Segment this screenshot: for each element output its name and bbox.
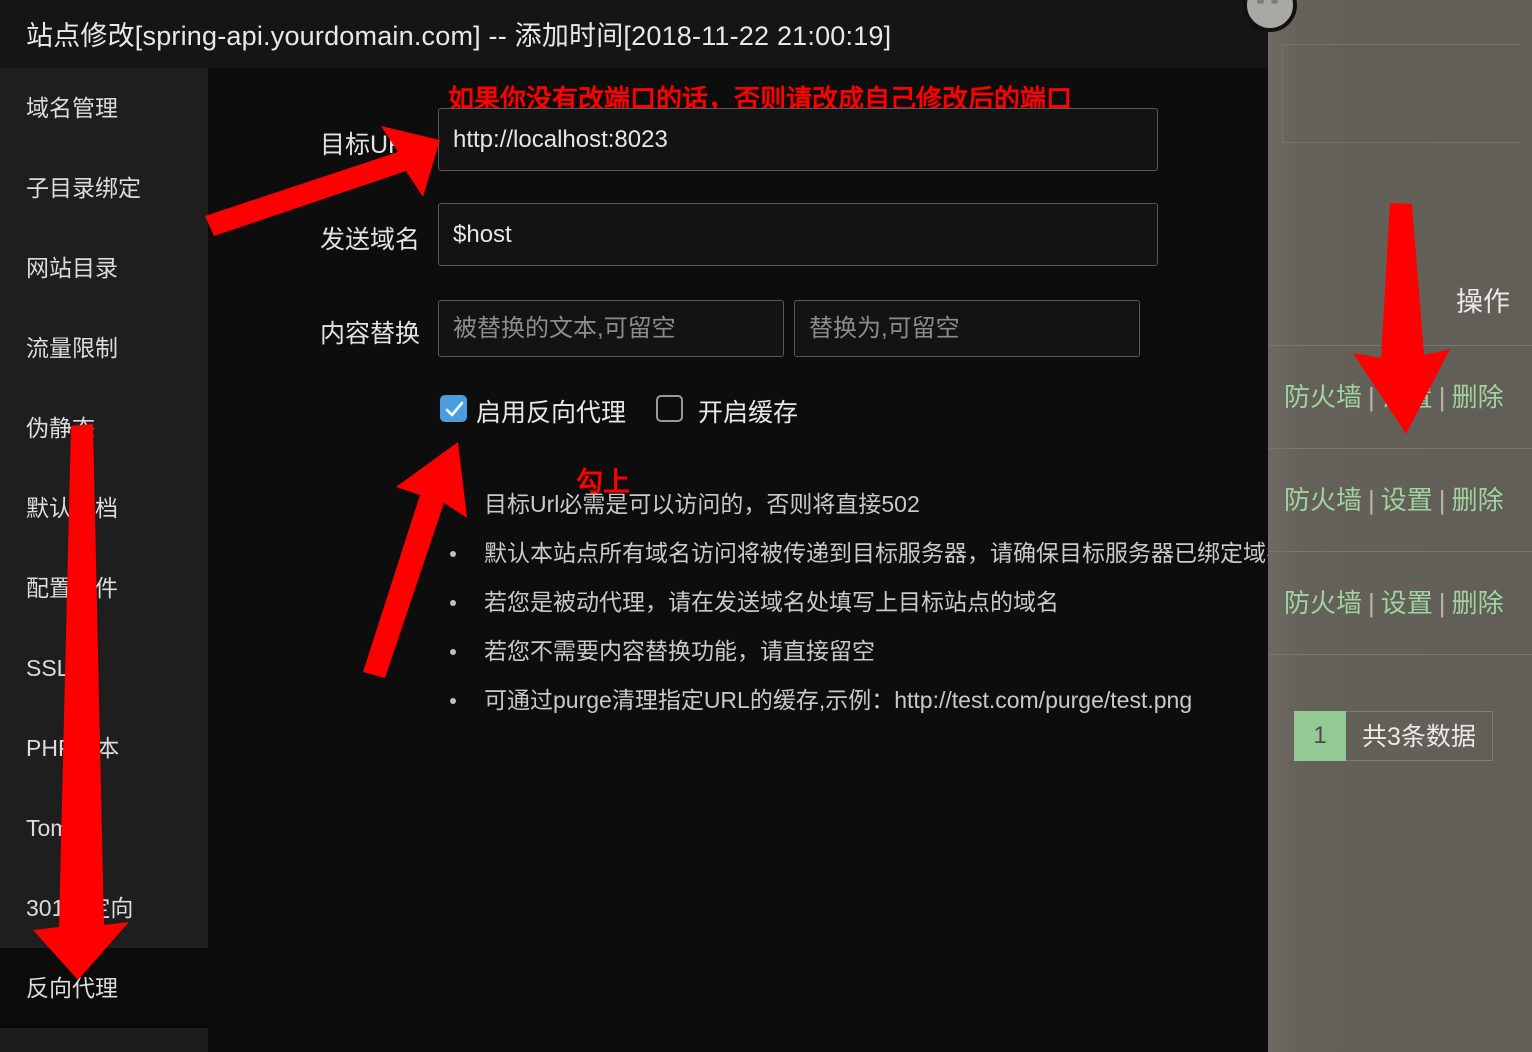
sidebar-item-traffic[interactable]: 流量限制 <box>0 308 208 388</box>
settings-sidebar: 域名管理 子目录绑定 网站目录 流量限制 伪静态 默认文档 配置文件 SSL P… <box>0 68 208 1028</box>
list-item: 若您不需要内容替换功能，请直接留空 <box>440 627 1260 676</box>
reverse-proxy-form: 如果你没有改端口的话，否则请改成自己修改后的端口 目标URL 发送域名 内容替换… <box>208 68 1289 1052</box>
table-top-box <box>1282 44 1520 143</box>
site-edit-modal: 站点修改[spring-api.yourdomain.com] -- 添加时间[… <box>0 0 1289 1052</box>
enable-reverse-proxy-checkbox[interactable] <box>440 395 467 422</box>
help-notes-list: 目标Url必需是可以访问的，否则将直接502 默认本站点所有域名访问将被传递到目… <box>440 480 1289 725</box>
row-actions: 防火墙 | 设置 | 删除 <box>1284 583 1504 620</box>
pagination: 1 共3条数据 <box>1294 711 1493 761</box>
settings-link[interactable]: 设置 <box>1381 588 1433 618</box>
action-separator: | <box>1438 382 1446 412</box>
delete-link[interactable]: 删除 <box>1452 485 1504 515</box>
row-actions: 防火墙 | 设置 | 删除 <box>1284 377 1504 414</box>
firewall-link[interactable]: 防火墙 <box>1284 382 1362 412</box>
list-item: 可通过purge清理指定URL的缓存,示例：http://test.com/pu… <box>440 676 1260 725</box>
page-title: 站点修改[spring-api.yourdomain.com] -- 添加时间[… <box>26 21 892 51</box>
sidebar-item-subdir[interactable]: 子目录绑定 <box>0 148 208 228</box>
content-replace-to-input[interactable] <box>794 300 1140 357</box>
firewall-link[interactable]: 防火墙 <box>1284 588 1362 618</box>
table-row: 防火墙 | 设置 | 删除 <box>1268 552 1532 655</box>
action-separator: | <box>1368 485 1375 515</box>
send-host-input[interactable] <box>438 203 1158 266</box>
sidebar-item-reverse-proxy[interactable]: 反向代理 <box>0 948 208 1028</box>
content-replace-label: 内容替换 <box>319 320 420 348</box>
enable-cache-checkbox[interactable] <box>656 395 683 422</box>
sidebar-item-default-doc[interactable]: 默认文档 <box>0 468 208 548</box>
modal-titlebar: 站点修改[spring-api.yourdomain.com] -- 添加时间[… <box>0 0 1268 68</box>
target-url-input[interactable] <box>438 108 1158 171</box>
sidebar-item-webdir[interactable]: 网站目录 <box>0 228 208 308</box>
sidebar-item-301[interactable]: 301重定向 <box>0 868 208 948</box>
table-row: 防火墙 | 设置 | 删除 <box>1268 346 1532 449</box>
sidebar-item-rewrite[interactable]: 伪静态 <box>0 388 208 468</box>
background-site-table: 操作 防火墙 | 设置 | 删除 防火墙 | 设置 | 删除 防火墙 | 设置 | 删除 <box>1268 0 1532 1052</box>
sidebar-item-config[interactable]: 配置文件 <box>0 548 208 628</box>
action-separator: | <box>1368 382 1375 412</box>
send-host-label: 发送域名 <box>319 226 420 254</box>
content-replace-from-input[interactable] <box>438 300 784 357</box>
list-item: 目标Url必需是可以访问的，否则将直接502 <box>440 480 1260 529</box>
action-separator: | <box>1368 588 1375 618</box>
settings-link[interactable]: 设置 <box>1381 382 1433 412</box>
enable-cache-label: 开启缓存 <box>698 399 799 427</box>
table-row: 防火墙 | 设置 | 删除 <box>1268 449 1532 552</box>
row-actions: 防火墙 | 设置 | 删除 <box>1284 480 1504 517</box>
enable-reverse-proxy-label: 启用反向代理 <box>476 399 627 427</box>
delete-link[interactable]: 删除 <box>1452 382 1504 412</box>
sidebar-item-tomcat[interactable]: Tomcat <box>0 788 208 868</box>
avatar-eye-right <box>1271 0 1278 4</box>
delete-link[interactable]: 删除 <box>1452 588 1504 618</box>
page-number-1[interactable]: 1 <box>1294 711 1346 761</box>
list-item: 默认本站点所有域名访问将被传递到目标服务器，请确保目标服务器已绑定域名 <box>440 529 1289 578</box>
target-url-label: 目标URL <box>319 131 420 159</box>
sidebar-item-ssl[interactable]: SSL <box>0 628 208 708</box>
firewall-link[interactable]: 防火墙 <box>1284 485 1362 515</box>
check-icon <box>445 401 464 417</box>
action-separator: | <box>1438 485 1446 515</box>
sidebar-item-php[interactable]: PHP版本 <box>0 708 208 788</box>
sidebar-footer-strip <box>0 1028 208 1052</box>
avatar-eye-left <box>1257 0 1264 4</box>
list-item: 若您是被动代理，请在发送域名处填写上目标站点的域名 <box>440 578 1260 627</box>
total-count-text: 共3条数据 <box>1346 711 1493 761</box>
sidebar-item-domain[interactable]: 域名管理 <box>0 68 208 148</box>
app-root: 站点修改[spring-api.yourdomain.com] -- 添加时间[… <box>0 0 1532 1052</box>
action-separator: | <box>1438 588 1446 618</box>
settings-link[interactable]: 设置 <box>1381 485 1433 515</box>
table-header-row: 操作 <box>1268 254 1532 346</box>
column-header-operations: 操作 <box>1456 287 1510 317</box>
